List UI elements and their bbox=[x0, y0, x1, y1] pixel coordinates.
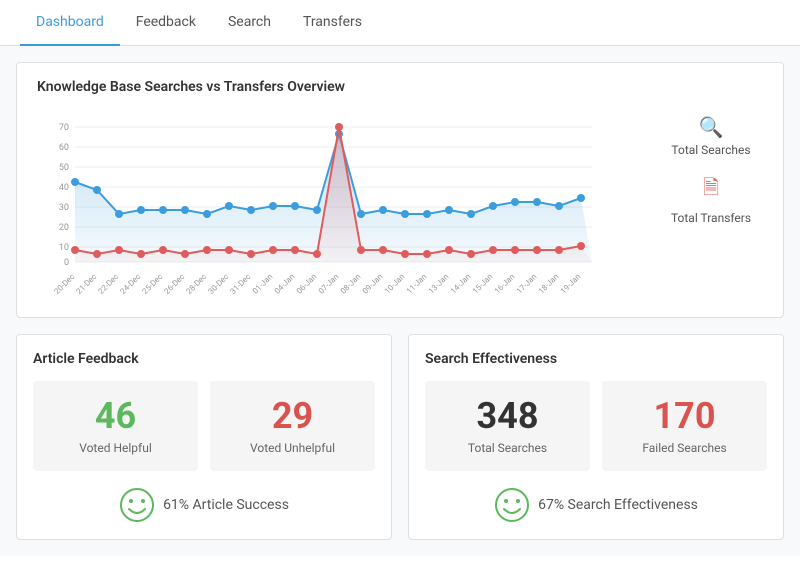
svg-text:08-Jan: 08-Jan bbox=[339, 272, 363, 296]
svg-text:25-Dec: 25-Dec bbox=[140, 272, 164, 296]
failed-searches-label: Failed Searches bbox=[614, 441, 755, 455]
legend-searches-label: Total Searches bbox=[671, 143, 750, 157]
feedback-footer-text: 61% Article Success bbox=[163, 497, 289, 513]
svg-text:07-Jan: 07-Jan bbox=[317, 272, 341, 296]
search-footer-text: 67% Search Effectiveness bbox=[538, 497, 698, 513]
article-feedback-card: Article Feedback 46 Voted Helpful 29 Vot… bbox=[16, 334, 392, 540]
search-card-title: Search Effectiveness bbox=[425, 351, 767, 367]
chart-card: Knowledge Base Searches vs Transfers Ove… bbox=[16, 62, 784, 318]
tab-dashboard[interactable]: Dashboard bbox=[20, 0, 120, 46]
svg-text:28-Dec: 28-Dec bbox=[184, 272, 208, 296]
svg-text:21-Dec: 21-Dec bbox=[74, 272, 98, 296]
svg-text:10: 10 bbox=[59, 243, 69, 253]
bottom-row: Article Feedback 46 Voted Helpful 29 Vot… bbox=[16, 334, 784, 540]
chart-title: Knowledge Base Searches vs Transfers Ove… bbox=[37, 79, 763, 95]
unhelpful-box: 29 Voted Unhelpful bbox=[210, 381, 375, 471]
svg-text:31-Dec: 31-Dec bbox=[228, 272, 252, 296]
feedback-card-title: Article Feedback bbox=[33, 351, 375, 367]
svg-text:13-Jan: 13-Jan bbox=[427, 272, 451, 296]
total-searches-label: Total Searches bbox=[437, 441, 578, 455]
helpful-label: Voted Helpful bbox=[45, 441, 186, 455]
svg-text:26-Dec: 26-Dec bbox=[162, 272, 186, 296]
search-effectiveness-card: Search Effectiveness 348 Total Searches … bbox=[408, 334, 784, 540]
helpful-box: 46 Voted Helpful bbox=[33, 381, 198, 471]
chart-area: 70 60 50 40 30 20 10 0 bbox=[37, 107, 763, 301]
tab-search[interactable]: Search bbox=[212, 0, 287, 46]
svg-text:19-Jan: 19-Jan bbox=[559, 272, 583, 296]
svg-text:16-Jan: 16-Jan bbox=[493, 272, 517, 296]
total-searches-number: 348 bbox=[437, 397, 578, 437]
svg-text:30: 30 bbox=[59, 203, 69, 213]
search-footer: 67% Search Effectiveness bbox=[425, 487, 767, 523]
svg-text:20-Dec: 20-Dec bbox=[52, 272, 76, 296]
main-container: Dashboard Feedback Search Transfers Know… bbox=[0, 0, 800, 561]
svg-text:17-Jan: 17-Jan bbox=[515, 272, 539, 296]
svg-text:40: 40 bbox=[59, 183, 69, 193]
failed-searches-box: 170 Failed Searches bbox=[602, 381, 767, 471]
failed-searches-number: 170 bbox=[614, 397, 755, 437]
svg-text:50: 50 bbox=[59, 163, 69, 173]
feedback-stat-boxes: 46 Voted Helpful 29 Voted Unhelpful bbox=[33, 381, 375, 471]
svg-text:01-Jan: 01-Jan bbox=[251, 272, 275, 296]
tab-feedback[interactable]: Feedback bbox=[120, 0, 212, 46]
unhelpful-label: Voted Unhelpful bbox=[222, 441, 363, 455]
unhelpful-number: 29 bbox=[222, 397, 363, 437]
helpful-number: 46 bbox=[45, 397, 186, 437]
chart-legend: 🔍 Total Searches 🗎 Total Transfers bbox=[643, 107, 763, 225]
svg-text:09-Jan: 09-Jan bbox=[361, 272, 385, 296]
tab-bar: Dashboard Feedback Search Transfers bbox=[0, 0, 800, 46]
smiley-icon-feedback bbox=[119, 487, 155, 523]
legend-total-searches: 🔍 Total Searches bbox=[659, 115, 763, 157]
chart-svg: 70 60 50 40 30 20 10 0 bbox=[37, 107, 617, 297]
legend-transfers-label: Total Transfers bbox=[671, 211, 751, 225]
svg-text:20: 20 bbox=[59, 223, 69, 233]
svg-text:15-Jan: 15-Jan bbox=[471, 272, 495, 296]
tab-transfers[interactable]: Transfers bbox=[287, 0, 378, 46]
svg-text:06-Jan: 06-Jan bbox=[295, 272, 319, 296]
svg-text:70: 70 bbox=[59, 123, 69, 133]
search-icon: 🔍 bbox=[699, 115, 724, 139]
svg-text:10-Jan: 10-Jan bbox=[383, 272, 407, 296]
chart-svg-container: 70 60 50 40 30 20 10 0 bbox=[37, 107, 643, 301]
legend-total-transfers: 🗎 Total Transfers bbox=[659, 173, 763, 225]
feedback-footer: 61% Article Success bbox=[33, 487, 375, 523]
svg-text:0: 0 bbox=[64, 258, 69, 268]
transfer-icon: 🗎 bbox=[703, 173, 719, 207]
svg-text:18-Jan: 18-Jan bbox=[537, 272, 561, 296]
svg-text:22-Dec: 22-Dec bbox=[96, 272, 120, 296]
svg-text:60: 60 bbox=[59, 143, 69, 153]
svg-text:04-Jan: 04-Jan bbox=[273, 272, 297, 296]
search-stat-boxes: 348 Total Searches 170 Failed Searches bbox=[425, 381, 767, 471]
content-area: Knowledge Base Searches vs Transfers Ove… bbox=[0, 46, 800, 556]
total-searches-box: 348 Total Searches bbox=[425, 381, 590, 471]
smiley-icon-search bbox=[494, 487, 530, 523]
svg-text:14-Jan: 14-Jan bbox=[449, 272, 473, 296]
svg-text:30-Dec: 30-Dec bbox=[206, 272, 230, 296]
svg-text:11-Jan: 11-Jan bbox=[405, 272, 429, 296]
svg-text:24-Dec: 24-Dec bbox=[118, 272, 142, 296]
